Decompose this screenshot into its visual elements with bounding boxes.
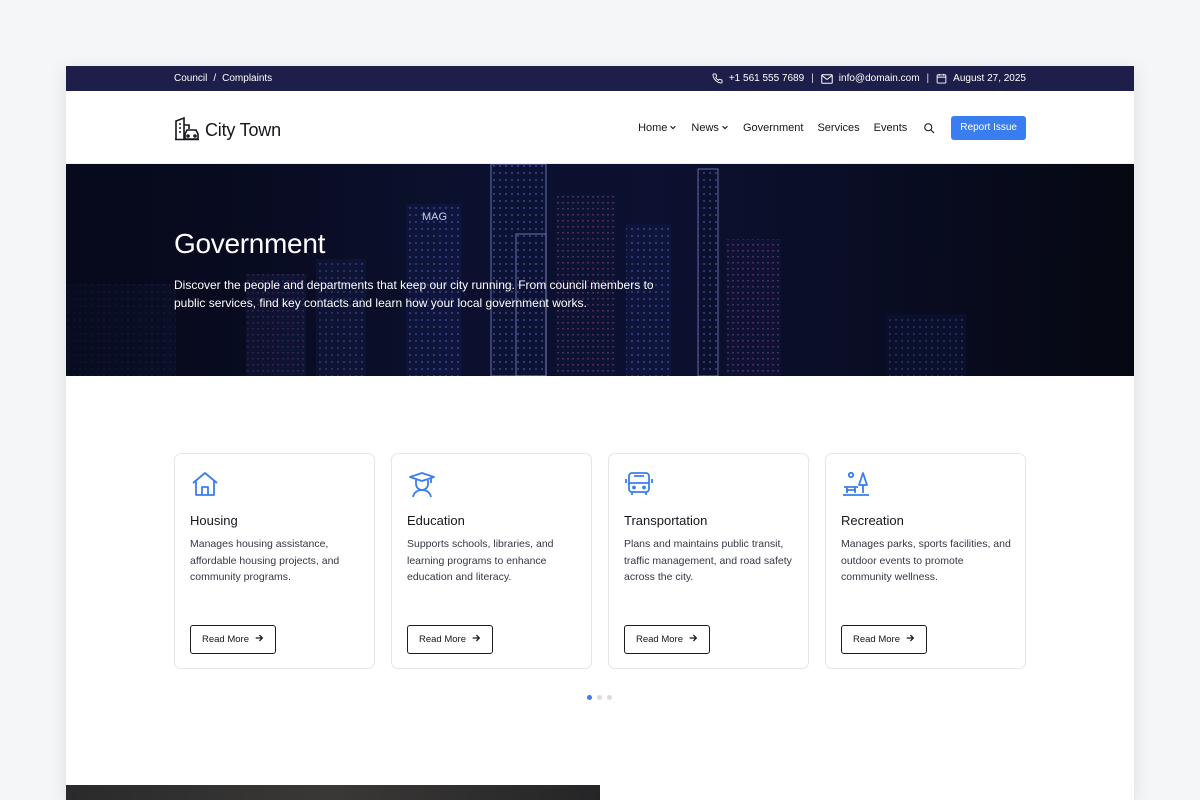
building-car-icon (174, 115, 200, 146)
read-more-label: Read More (419, 634, 466, 645)
carousel-dot-2[interactable] (597, 695, 602, 700)
mail-icon (821, 73, 833, 84)
nav-news[interactable]: News (691, 122, 729, 134)
email-contact[interactable]: info@domain.com (821, 73, 920, 84)
page-title: Government (174, 228, 326, 259)
carousel-dot-1[interactable] (587, 695, 592, 700)
card-description: Supports schools, libraries, and learnin… (407, 538, 554, 583)
report-issue-button[interactable]: Report Issue (951, 115, 1026, 140)
page-frame: Council / Complaints +1 561 555 7689 | i… (66, 66, 1134, 800)
date-text: August 27, 2025 (953, 73, 1026, 84)
read-more-label: Read More (853, 634, 900, 645)
top-bar: Council / Complaints +1 561 555 7689 | i… (66, 66, 1134, 91)
nav-home-label: Home (638, 121, 668, 134)
city-skyline-image: MAG (66, 164, 1134, 376)
card-title: Recreation (841, 513, 904, 528)
phone-text: +1 561 555 7689 (728, 73, 805, 84)
card-description: Manages housing assistance, affordable h… (190, 538, 340, 583)
phone-icon (712, 73, 723, 84)
email-text: info@domain.com (838, 73, 920, 84)
nav-services[interactable]: Services (817, 122, 859, 134)
separator: | (926, 73, 930, 84)
date-display: August 27, 2025 (936, 73, 1026, 84)
calendar-icon (936, 73, 947, 84)
phone-contact[interactable]: +1 561 555 7689 (712, 73, 804, 84)
chevron-down-icon (669, 122, 677, 134)
card-housing: Housing Manages housing assistance, affo… (174, 453, 375, 669)
card-description: Plans and maintains public transit, traf… (624, 538, 792, 583)
department-cards: Housing Manages housing assistance, affo… (174, 453, 1026, 669)
nav-events[interactable]: Events (874, 122, 908, 134)
link-council[interactable]: Council (174, 73, 207, 84)
hero-banner: MAG Government Discover the people and d… (66, 164, 1134, 376)
nav-menu: Home News Government Services Events Rep… (638, 115, 1026, 140)
bus-icon (624, 470, 654, 503)
park-icon (841, 470, 871, 503)
nav-home[interactable]: Home (638, 122, 677, 134)
read-more-button[interactable]: Read More (841, 625, 927, 654)
site-logo[interactable]: City Town (174, 115, 281, 146)
card-title: Transportation (624, 513, 708, 528)
chevron-down-icon (721, 122, 729, 134)
main-navbar: City Town Home News Government Services … (66, 91, 1134, 164)
link-complaints[interactable]: Complaints (222, 73, 272, 84)
card-title: Housing (190, 513, 238, 528)
read-more-button[interactable]: Read More (407, 625, 493, 654)
graduate-icon (407, 470, 437, 503)
arrow-right-icon (471, 633, 481, 646)
hero-description: Discover the people and departments that… (174, 278, 654, 310)
building-sign: MAG (422, 211, 447, 223)
nav-news-label: News (691, 121, 719, 134)
read-more-label: Read More (636, 634, 683, 645)
nav-government[interactable]: Government (743, 122, 804, 134)
top-links: Council / Complaints (174, 66, 272, 91)
carousel-dot-3[interactable] (607, 695, 612, 700)
arrow-right-icon (254, 633, 264, 646)
arrow-right-icon (688, 633, 698, 646)
top-contacts: +1 561 555 7689 | info@domain.com | Augu… (712, 66, 1026, 91)
card-education: Education Supports schools, libraries, a… (391, 453, 592, 669)
separator: | (811, 73, 814, 84)
section-image (66, 785, 600, 800)
logo-text: City Town (205, 120, 281, 140)
card-description: Manages parks, sports facilities, and ou… (841, 538, 1011, 583)
crumb-separator: / (213, 73, 217, 84)
search-icon[interactable] (923, 122, 935, 134)
card-title: Education (407, 513, 465, 528)
read-more-label: Read More (202, 634, 249, 645)
carousel-pagination (587, 695, 612, 700)
arrow-right-icon (905, 633, 915, 646)
house-icon (190, 470, 220, 503)
read-more-button[interactable]: Read More (624, 625, 710, 654)
card-transportation: Transportation Plans and maintains publi… (608, 453, 809, 669)
read-more-button[interactable]: Read More (190, 625, 276, 654)
card-recreation: Recreation Manages parks, sports facilit… (825, 453, 1026, 669)
